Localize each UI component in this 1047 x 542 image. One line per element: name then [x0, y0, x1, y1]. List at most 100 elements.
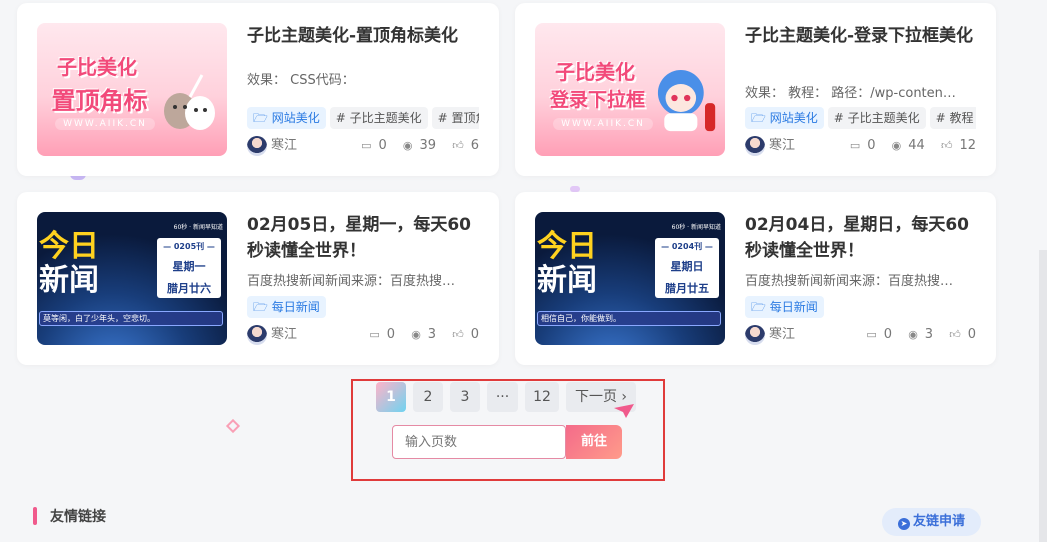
go-button[interactable]: 前往: [566, 425, 622, 459]
post-title[interactable]: 子比主题美化-登录下拉框美化: [745, 23, 976, 49]
page-button-1[interactable]: 1: [376, 382, 406, 412]
folder-icon: 🗁: [253, 111, 272, 125]
tag-category[interactable]: 🗁 网站美化: [247, 107, 326, 129]
thumbnail-text: 新闻: [39, 263, 99, 298]
post-excerpt: 百度热搜新闻新闻来源：百度热搜…: [247, 274, 456, 289]
post-excerpt: 效果： 教程： 路径：/wp-conten…: [745, 86, 956, 101]
view-count: 3: [924, 327, 934, 342]
page-number-input[interactable]: [392, 425, 566, 459]
thumbnail-text: 今日: [537, 229, 597, 264]
thumbs-up-icon: 👍︎: [452, 139, 464, 152]
tag[interactable]: # 子比主题美化: [827, 107, 926, 129]
tag-category[interactable]: 🗁 每日新闻: [745, 296, 824, 318]
post-card[interactable]: 今日 新闻 60秒 · 新闻早知道 — 0205刊 — 星期一 腊月廿六 莫等闲…: [17, 192, 499, 365]
thumbs-up-icon: 👍︎: [452, 328, 464, 341]
decor-shape: [225, 418, 241, 434]
page-button-12[interactable]: 12: [525, 382, 559, 412]
section-marker: [33, 507, 37, 525]
page-ellipsis: ···: [487, 382, 518, 412]
eye-icon: ◉: [402, 139, 413, 152]
view-count: 3: [427, 327, 437, 342]
chevron-right-icon: ›: [616, 389, 628, 405]
comment-icon: ▭: [866, 328, 877, 341]
folder-icon: 🗁: [751, 111, 770, 125]
tag-category[interactable]: 🗁 每日新闻: [247, 296, 326, 318]
avatar[interactable]: [745, 136, 765, 156]
view-count: 39: [419, 138, 437, 153]
post-meta: 寒江 ▭ 0 ◉ 44 👍︎ 12: [745, 135, 976, 157]
page-button-3[interactable]: 3: [450, 382, 480, 412]
comment-count: 0: [386, 327, 396, 342]
scrollbar-track[interactable]: [1039, 250, 1047, 542]
post-thumbnail[interactable]: 今日 新闻 60秒 · 新闻早知道 — 0204刊 — 星期日 腊月廿五 相信自…: [535, 212, 725, 345]
avatar[interactable]: [247, 136, 267, 156]
eye-icon: ◉: [411, 328, 421, 341]
author-name[interactable]: 寒江: [271, 138, 297, 153]
post-meta: 寒江 ▭ 0 ◉ 3 👍︎ 0: [745, 324, 976, 346]
tag[interactable]: # 子比主题美化: [329, 107, 428, 129]
paper-plane-icon: [614, 404, 634, 418]
section-title: 友情链接: [50, 509, 106, 525]
like-count: 12: [959, 138, 976, 153]
post-excerpt: 效果： CSS代码：: [247, 73, 355, 88]
tag-category[interactable]: 🗁 网站美化: [745, 107, 824, 129]
author-name[interactable]: 寒江: [769, 138, 795, 153]
like-count: 0: [470, 327, 479, 342]
post-meta: 寒江 ▭ 0 ◉ 3 👍︎ 0: [247, 324, 479, 346]
tag[interactable]: # 教程: [929, 107, 976, 129]
post-tags: 🗁 网站美化# 子比主题美化# 置顶角: [247, 107, 479, 129]
thumbnail-text: 新闻: [537, 263, 597, 298]
comment-icon: ▭: [849, 139, 861, 152]
anime-girl-icon: [657, 70, 716, 132]
send-icon: ➤: [897, 518, 910, 530]
post-title[interactable]: 子比主题美化-置顶角标美化: [247, 23, 479, 49]
thumbnail-text: 今日: [39, 229, 99, 264]
post-excerpt: 百度热搜新闻新闻来源：百度热搜…: [745, 274, 954, 289]
cat-mascot-icon: [164, 74, 215, 130]
post-title[interactable]: 02月05日，星期一，每天60秒读懂全世界！: [247, 212, 479, 264]
apply-link-button[interactable]: ➤ 友链申请: [882, 508, 981, 536]
thumbnail-url: WWW.AIIK.CN: [553, 118, 653, 130]
post-tags: 🗁 每日新闻: [247, 296, 479, 318]
like-count: 0: [967, 327, 976, 342]
post-meta: 寒江 ▭ 0 ◉ 39 👍︎ 6: [247, 135, 479, 157]
comment-count: 0: [883, 327, 893, 342]
thumbs-up-icon: 👍︎: [940, 139, 953, 152]
comment-icon: ▭: [361, 139, 372, 152]
post-tags: 🗁 每日新闻: [745, 296, 976, 318]
thumbnail-url: WWW.AIIK.CN: [55, 118, 155, 130]
post-card[interactable]: 子比美化 置顶角标 WWW.AIIK.CN 子比主题美化-置顶角标美化 效果： …: [17, 3, 499, 176]
thumbnail-text: 子比美化: [555, 60, 635, 84]
folder-icon: 🗁: [253, 300, 272, 314]
author-name[interactable]: 寒江: [271, 327, 297, 342]
eye-icon: ◉: [891, 139, 902, 152]
comment-icon: ▭: [369, 328, 380, 341]
eye-icon: ◉: [908, 328, 918, 341]
comment-count: 0: [378, 138, 387, 153]
thumbnail-date-panel: — 0204刊 — 星期日 腊月廿五: [655, 238, 719, 298]
author-name[interactable]: 寒江: [769, 327, 795, 342]
thumbnail-header: 60秒 · 新闻早知道: [173, 224, 223, 231]
post-tags: 🗁 网站美化 # 子比主题美化 # 教程: [745, 107, 976, 129]
post-card[interactable]: 子比美化 登录下拉框 WWW.AIIK.CN 子比主题美化-登录下拉框美化 效果…: [515, 3, 996, 176]
post-card[interactable]: 今日 新闻 60秒 · 新闻早知道 — 0204刊 — 星期日 腊月廿五 相信自…: [515, 192, 996, 365]
post-thumbnail[interactable]: 子比美化 置顶角标 WWW.AIIK.CN: [37, 23, 227, 156]
thumbnail-text: 子比美化: [57, 55, 137, 79]
thumbnail-text: 登录下拉框: [549, 89, 645, 111]
page-button-2[interactable]: 2: [413, 382, 443, 412]
comment-count: 0: [867, 138, 876, 153]
post-thumbnail[interactable]: 子比美化 登录下拉框 WWW.AIIK.CN: [535, 23, 725, 156]
avatar[interactable]: [247, 325, 267, 345]
folder-icon: 🗁: [751, 300, 770, 314]
thumbs-up-icon: 👍︎: [949, 328, 961, 341]
thumbnail-caption: 相信自己，你能做到。: [537, 311, 721, 326]
thumbnail-text: 置顶角标: [51, 87, 148, 115]
thumbnail-header: 60秒 · 新闻早知道: [671, 224, 721, 231]
view-count: 44: [908, 138, 925, 153]
tag[interactable]: # 置顶角: [431, 107, 479, 129]
post-title[interactable]: 02月04日，星期日，每天60秒读懂全世界！: [745, 212, 976, 264]
thumbnail-caption: 莫等闲，白了少年头，空悲切。: [39, 311, 223, 326]
avatar[interactable]: [745, 325, 765, 345]
like-count: 6: [470, 138, 479, 153]
post-thumbnail[interactable]: 今日 新闻 60秒 · 新闻早知道 — 0205刊 — 星期一 腊月廿六 莫等闲…: [37, 212, 227, 345]
